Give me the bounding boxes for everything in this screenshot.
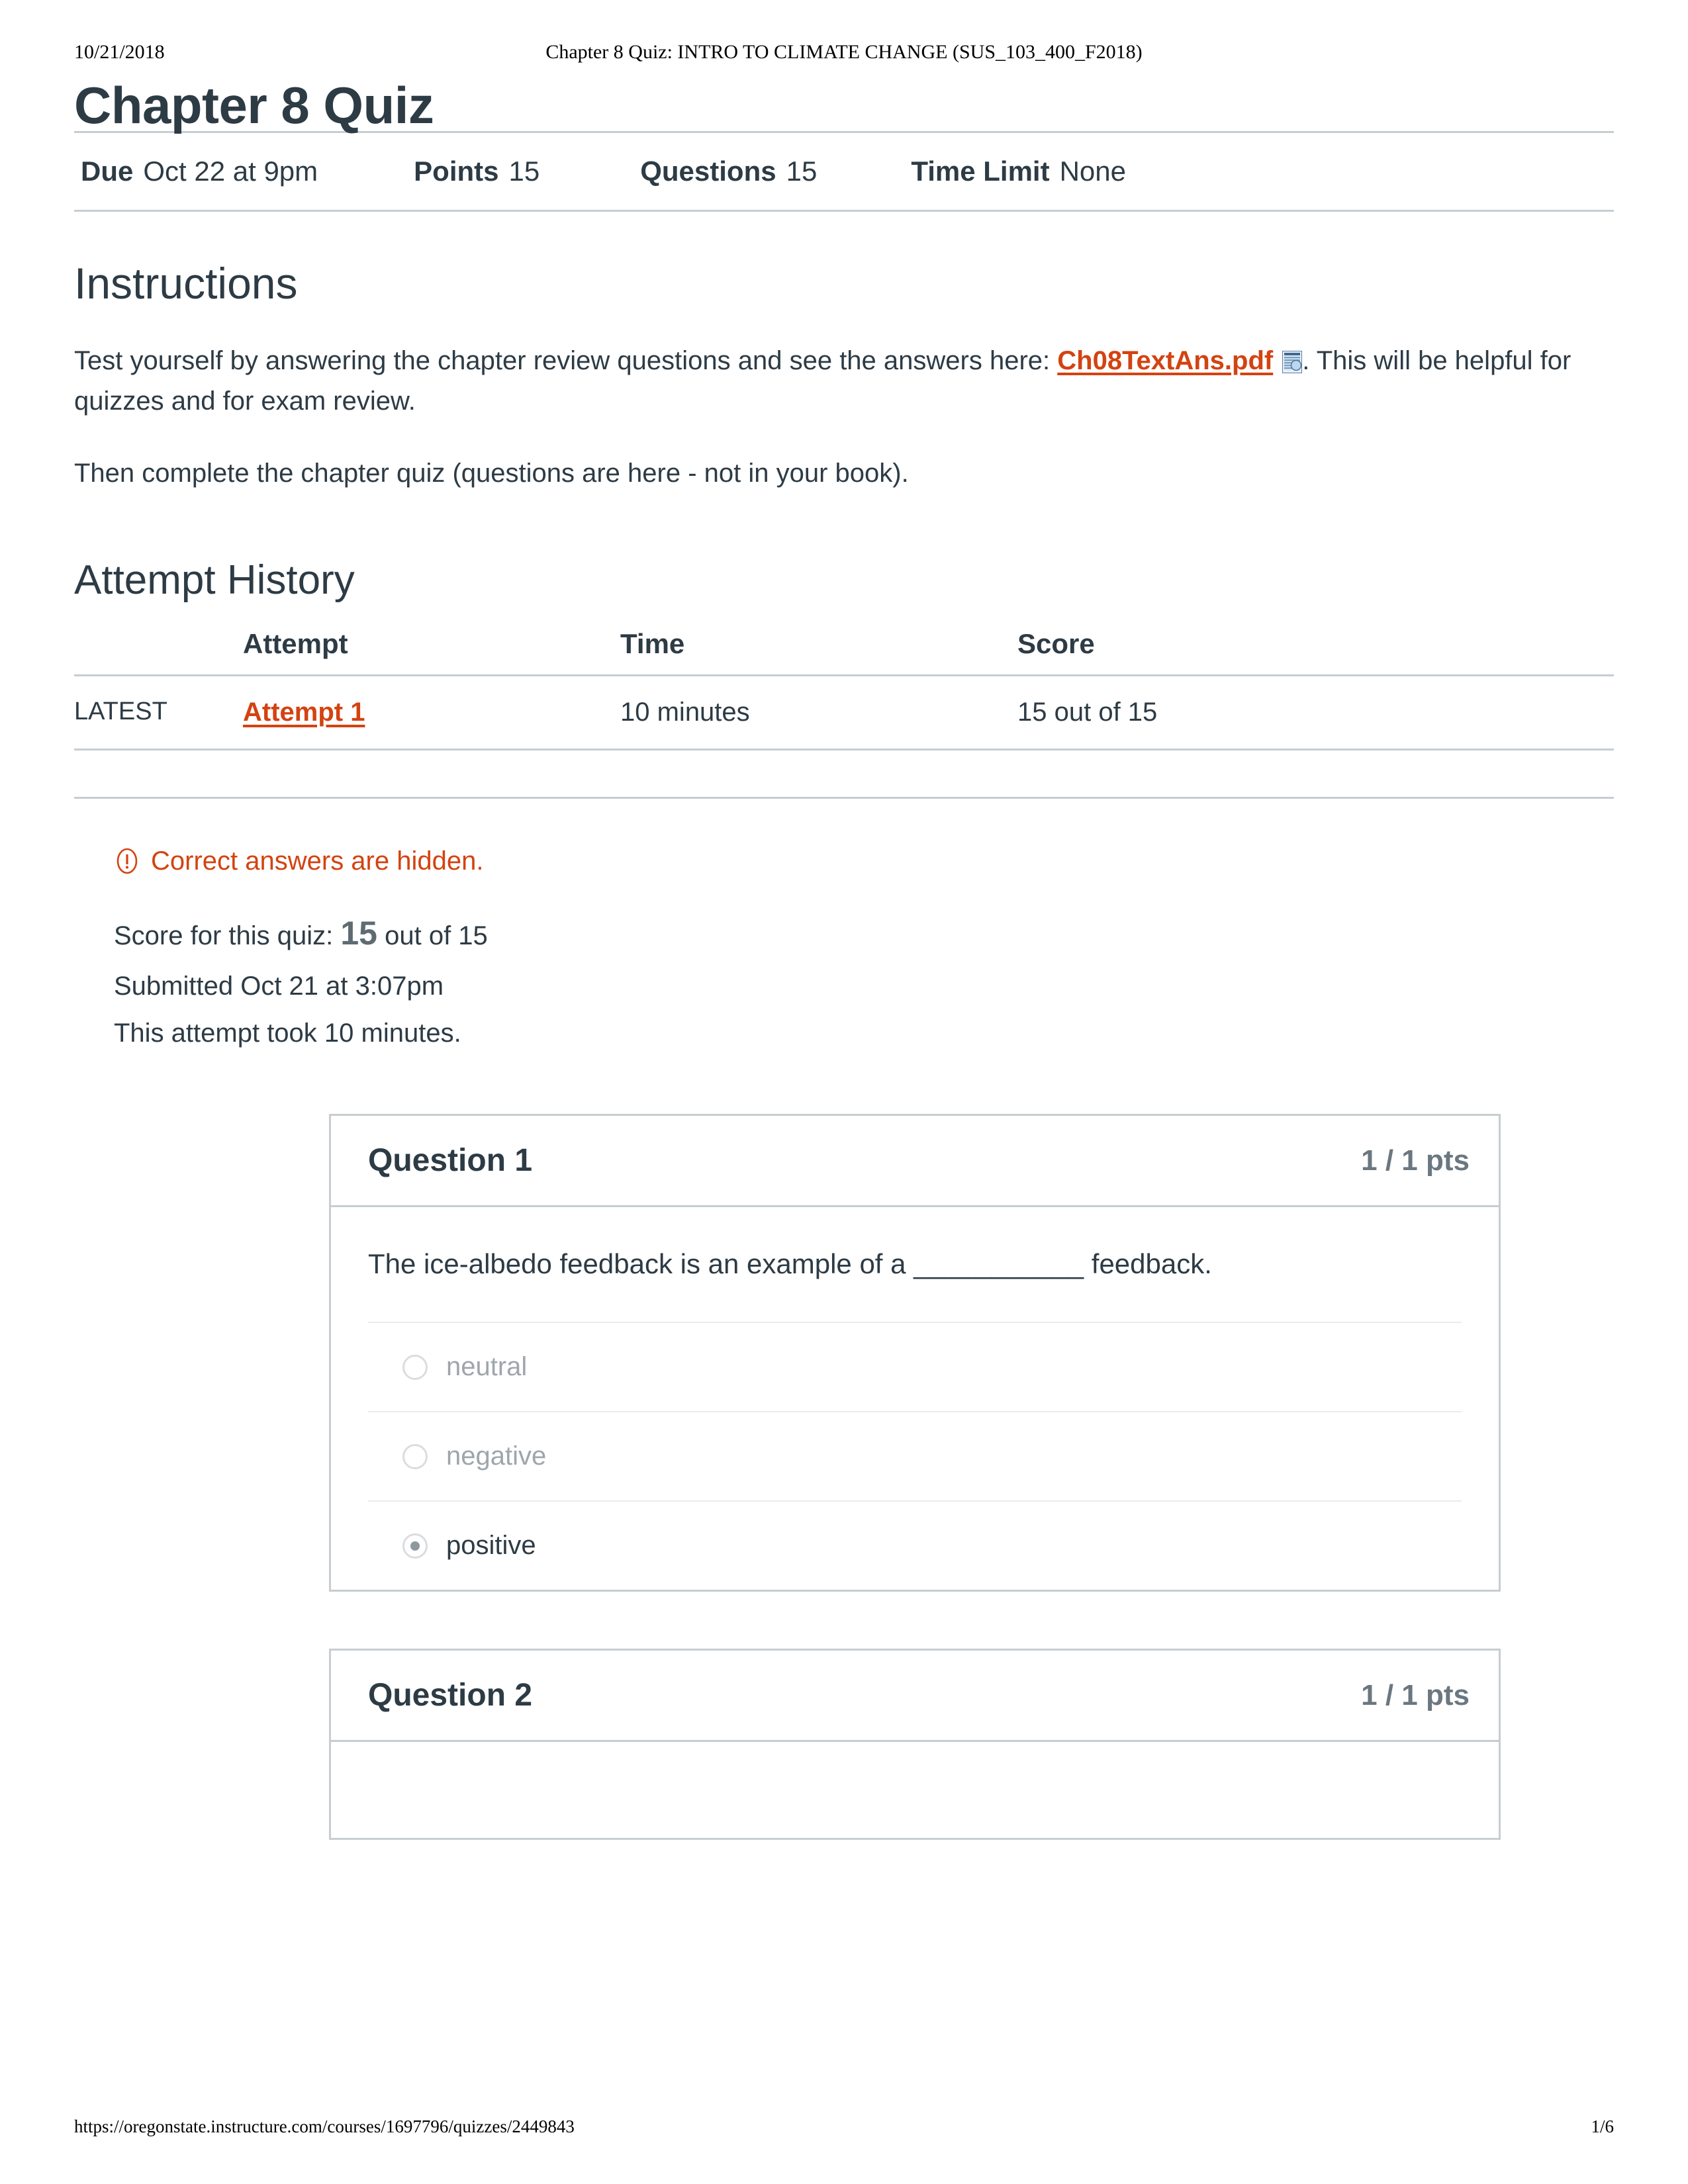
print-footer: https://oregonstate.instructure.com/cour… bbox=[0, 2115, 1688, 2138]
points-value: 15 bbox=[508, 156, 540, 187]
quiz-meta-questions: Questions 15 bbox=[640, 156, 817, 187]
duration-line: This attempt took 10 minutes. bbox=[114, 1018, 461, 1048]
radio-negative-icon[interactable] bbox=[402, 1443, 428, 1469]
question-box-2: Question 2 1 / 1 pts bbox=[329, 1649, 1501, 1841]
table-row: LATEST Attempt 1 10 minutes 15 out of 15 bbox=[74, 675, 1614, 749]
answers-hidden-notice: Correct answers are hidden. bbox=[114, 846, 1614, 876]
instructions-text-before-link: Test yourself by answering the chapter r… bbox=[74, 346, 1058, 376]
divider-below-table bbox=[74, 748, 1614, 751]
due-label: Due bbox=[81, 156, 134, 187]
print-footer-url: https://oregonstate.instructure.com/cour… bbox=[74, 2116, 575, 2136]
question-1-name: Question 1 bbox=[368, 1143, 533, 1179]
cell-attempt: Attempt 1 bbox=[243, 675, 620, 749]
score-suffix: out of 15 bbox=[377, 921, 488, 950]
answer-label-neutral: neutral bbox=[446, 1352, 528, 1382]
score-value: 15 bbox=[340, 914, 377, 952]
answer-label-positive: positive bbox=[446, 1531, 536, 1561]
attempt-table-header-row: Attempt Time Score bbox=[74, 628, 1614, 676]
instructions-paragraph-2: Then complete the chapter quiz (question… bbox=[74, 458, 909, 488]
question-2-name: Question 2 bbox=[368, 1678, 533, 1713]
questions-label: Questions bbox=[640, 156, 776, 187]
question-2-body bbox=[331, 1742, 1499, 1838]
column-header-time: Time bbox=[620, 627, 685, 659]
question-1-text: The ice-albedo feedback is an example of… bbox=[368, 1248, 1212, 1280]
time-limit-label: Time Limit bbox=[911, 156, 1050, 187]
column-header-kept bbox=[74, 628, 243, 676]
document-preview-icon bbox=[1282, 345, 1303, 374]
quiz-result-area: Correct answers are hidden. Score for th… bbox=[74, 846, 1614, 1057]
cell-score: 15 out of 15 bbox=[1017, 697, 1158, 727]
page-title: Chapter 8 Quiz bbox=[74, 76, 434, 134]
time-limit-value: None bbox=[1059, 156, 1126, 187]
question-1-answers: neutral negative positive bbox=[368, 1322, 1462, 1590]
radio-positive-icon[interactable] bbox=[402, 1533, 428, 1559]
question-1-header: Question 1 1 / 1 pts bbox=[331, 1116, 1499, 1208]
question-2-header: Question 2 1 / 1 pts bbox=[331, 1651, 1499, 1743]
cell-time: 10 minutes bbox=[620, 697, 750, 727]
attempt-history-table: Attempt Time Score LATEST Attempt 1 10 m… bbox=[74, 628, 1614, 749]
score-for-quiz-line: Score for this quiz: 15 out of 15 bbox=[114, 904, 1614, 963]
exclamation-circle-icon bbox=[114, 848, 140, 874]
column-header-score: Score bbox=[1017, 627, 1095, 659]
attempt-1-link[interactable]: Attempt 1 bbox=[243, 698, 365, 727]
due-value: Oct 22 at 9pm bbox=[143, 156, 318, 187]
score-prefix: Score for this quiz: bbox=[114, 921, 341, 950]
print-footer-page-number: 1/6 bbox=[1591, 2116, 1614, 2136]
question-2-points: 1 / 1 pts bbox=[1361, 1678, 1470, 1711]
radio-neutral-icon[interactable] bbox=[402, 1354, 428, 1380]
instructions-paragraph-1: Test yourself by answering the chapter r… bbox=[74, 341, 1614, 422]
instructions-body: Test yourself by answering the chapter r… bbox=[74, 341, 1614, 493]
score-summary: Score for this quiz: 15 out of 15 Submit… bbox=[114, 904, 1614, 1057]
answer-option-positive[interactable]: positive bbox=[368, 1502, 1462, 1590]
question-box-1: Question 1 1 / 1 pts The ice-albedo feed… bbox=[329, 1114, 1501, 1592]
attempt-table-head: Attempt Time Score bbox=[74, 628, 1614, 676]
quiz-meta-time-limit: Time Limit None bbox=[911, 156, 1126, 187]
ch08-textans-pdf-link[interactable]: Ch08TextAns.pdf bbox=[1057, 346, 1273, 375]
column-header-attempt: Attempt bbox=[243, 627, 348, 659]
questions-value: 15 bbox=[786, 156, 818, 187]
attempt-history-heading: Attempt History bbox=[74, 557, 355, 603]
divider-above-result bbox=[74, 796, 1614, 799]
points-label: Points bbox=[414, 156, 499, 187]
quiz-page: Chapter 8 Quiz Due Oct 22 at 9pm Points … bbox=[0, 0, 1688, 1841]
answer-option-neutral[interactable]: neutral bbox=[368, 1323, 1462, 1413]
quiz-meta-points: Points 15 bbox=[414, 156, 539, 187]
cell-kept: LATEST bbox=[74, 697, 167, 725]
question-1-points: 1 / 1 pts bbox=[1361, 1144, 1470, 1177]
answer-option-negative[interactable]: negative bbox=[368, 1412, 1462, 1502]
answer-label-negative: negative bbox=[446, 1441, 547, 1471]
divider-below-meta bbox=[74, 210, 1614, 212]
answers-hidden-text: Correct answers are hidden. bbox=[151, 846, 484, 876]
attempt-table-body: LATEST Attempt 1 10 minutes 15 out of 15 bbox=[74, 675, 1614, 749]
question-1-body: The ice-albedo feedback is an example of… bbox=[331, 1207, 1499, 1590]
submitted-line: Submitted Oct 21 at 3:07pm bbox=[114, 971, 444, 1001]
instructions-heading: Instructions bbox=[74, 259, 298, 308]
quiz-meta-row: Due Oct 22 at 9pm Points 15 Questions 15… bbox=[74, 133, 1614, 210]
quiz-meta-due: Due Oct 22 at 9pm bbox=[81, 156, 318, 187]
